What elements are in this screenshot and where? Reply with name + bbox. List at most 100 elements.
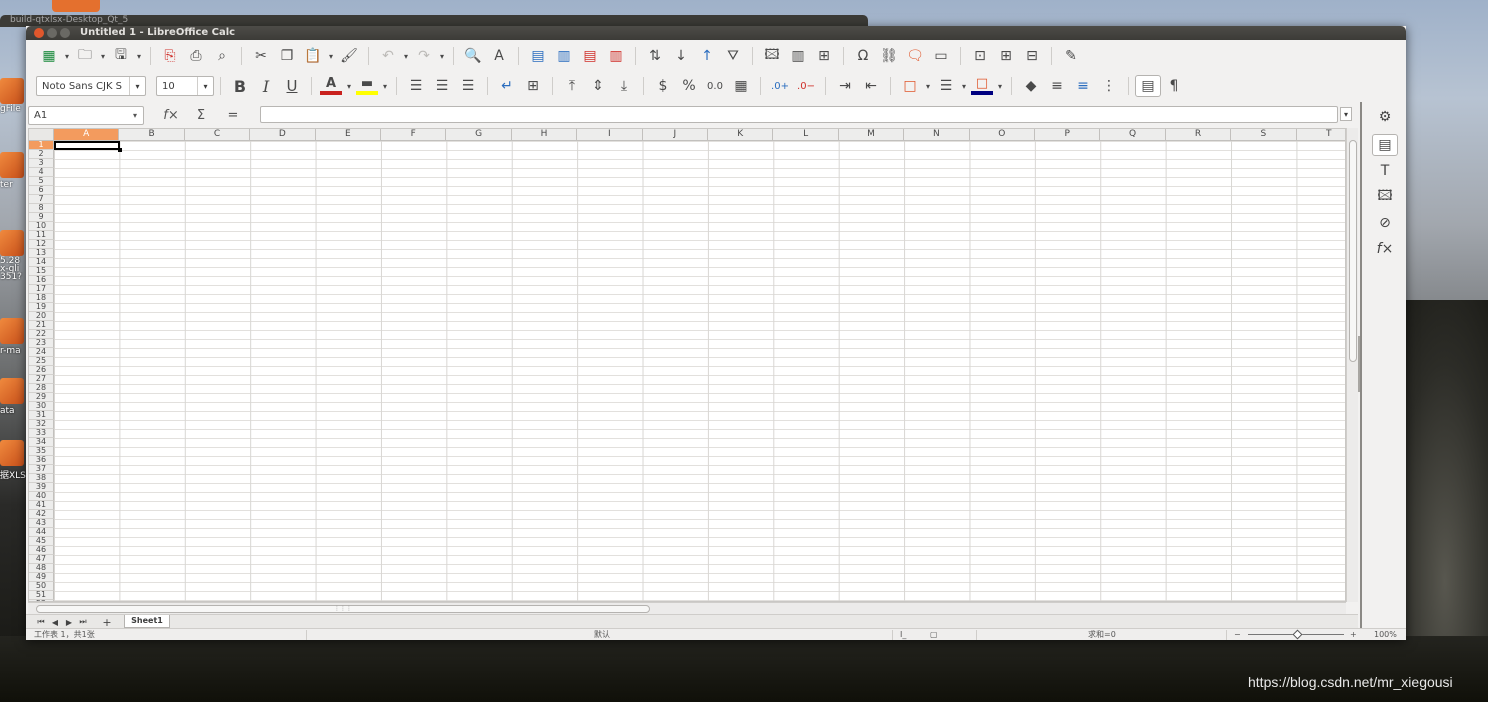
autofilter-icon[interactable]: ⛛ bbox=[720, 45, 746, 67]
define-print-area-icon[interactable]: ⊡ bbox=[967, 45, 993, 67]
redo-dropdown-icon[interactable]: ▾ bbox=[437, 45, 447, 67]
next-sheet-icon[interactable]: ▶ bbox=[62, 616, 76, 628]
hyperlink-icon[interactable]: ⛓ bbox=[876, 45, 902, 67]
color-scale-icon[interactable]: ≡ bbox=[1044, 75, 1070, 97]
clone-formatting-icon[interactable]: 🖌 bbox=[336, 45, 362, 67]
paste-dropdown-icon[interactable]: ▾ bbox=[326, 45, 336, 67]
row-header[interactable]: 3 bbox=[29, 159, 54, 168]
open-folder-icon[interactable]: 🗀 bbox=[72, 45, 98, 67]
sum-icon[interactable]: Σ bbox=[190, 106, 212, 124]
border-style-icon[interactable]: ☰ bbox=[933, 75, 959, 97]
row-header[interactable]: 25 bbox=[29, 357, 54, 366]
row-header[interactable]: 45 bbox=[29, 537, 54, 546]
sidebar-toggle-icon[interactable]: ▤ bbox=[1135, 75, 1161, 97]
row-header[interactable]: 40 bbox=[29, 492, 54, 501]
spelling-icon[interactable]: A bbox=[486, 45, 512, 67]
column-header[interactable]: L bbox=[773, 129, 839, 141]
sort-ascending-icon[interactable]: ↓ bbox=[668, 45, 694, 67]
chevron-down-icon[interactable]: ▾ bbox=[129, 77, 145, 95]
column-header[interactable]: R bbox=[1165, 129, 1232, 141]
sum-readout[interactable]: 求和=0 bbox=[1088, 630, 1116, 640]
previous-sheet-icon[interactable]: ◀ bbox=[48, 616, 62, 628]
italic-icon[interactable]: I bbox=[253, 75, 279, 97]
desktop-folder-icon[interactable] bbox=[0, 318, 24, 344]
column-header[interactable]: I bbox=[577, 129, 643, 141]
undo-icon[interactable]: ↶ bbox=[375, 45, 401, 67]
print-preview-icon[interactable]: ⌕ bbox=[209, 45, 235, 67]
navigator-icon[interactable]: ⊘ bbox=[1372, 212, 1398, 234]
desktop-file-icon[interactable] bbox=[0, 230, 24, 256]
functions-icon[interactable]: f× bbox=[1372, 238, 1398, 260]
row-header[interactable]: 42 bbox=[29, 510, 54, 519]
copy-icon[interactable]: ❐ bbox=[274, 45, 300, 67]
row-header[interactable]: 9 bbox=[29, 213, 54, 222]
align-right-icon[interactable]: ☰ bbox=[455, 75, 481, 97]
percent-format-icon[interactable]: % bbox=[676, 75, 702, 97]
row-header[interactable]: 43 bbox=[29, 519, 54, 528]
row-header[interactable]: 11 bbox=[29, 231, 54, 240]
show-draw-functions-icon[interactable]: ✎ bbox=[1058, 45, 1084, 67]
date-format-icon[interactable]: ▦ bbox=[728, 75, 754, 97]
row-header[interactable]: 16 bbox=[29, 276, 54, 285]
freeze-rows-columns-icon[interactable]: ⊞ bbox=[993, 45, 1019, 67]
row-header[interactable]: 37 bbox=[29, 465, 54, 474]
formula-input[interactable] bbox=[260, 106, 1338, 123]
vertical-scrollbar[interactable] bbox=[1346, 128, 1358, 602]
column-header[interactable]: H bbox=[511, 129, 578, 141]
borders-icon[interactable]: □ bbox=[897, 75, 923, 97]
horizontal-scroll-thumb[interactable]: ⋮⋮⋮ bbox=[36, 605, 650, 613]
row-header[interactable]: 5 bbox=[29, 177, 54, 186]
desktop-folder-icon[interactable] bbox=[0, 78, 24, 104]
expand-formula-bar-icon[interactable]: ▾ bbox=[1340, 107, 1352, 121]
row-header[interactable]: 19 bbox=[29, 303, 54, 312]
zoom-in-icon[interactable]: + bbox=[1350, 630, 1357, 640]
formula-equals-icon[interactable]: = bbox=[222, 106, 244, 124]
last-sheet-icon[interactable]: ⏭ bbox=[76, 616, 90, 628]
column-header[interactable]: G bbox=[446, 129, 512, 141]
row-header[interactable]: 12 bbox=[29, 240, 54, 249]
row-header[interactable]: 32 bbox=[29, 420, 54, 429]
font-size-combobox[interactable]: 10 ▾ bbox=[156, 76, 214, 96]
merge-center-icon[interactable]: ⊞ bbox=[520, 75, 546, 97]
spreadsheet-grid[interactable]: ABCDEFGHIJKLMNOPQRST 1 2 3 4 5 6 7 8 9 10 11 12 13 14… bbox=[28, 128, 1346, 602]
column-header[interactable]: P bbox=[1035, 129, 1101, 141]
row-header[interactable]: 4 bbox=[29, 168, 54, 177]
open-dropdown-icon[interactable]: ▾ bbox=[98, 45, 108, 67]
function-wizard-icon[interactable]: f× bbox=[160, 106, 182, 124]
row-header[interactable]: 41 bbox=[29, 501, 54, 510]
minimize-window-button[interactable] bbox=[47, 28, 57, 38]
row-header[interactable]: 49 bbox=[29, 573, 54, 582]
text-direction-icon[interactable]: ¶ bbox=[1161, 75, 1187, 97]
row-header[interactable]: 31 bbox=[29, 411, 54, 420]
save-dropdown-icon[interactable]: ▾ bbox=[134, 45, 144, 67]
row-header[interactable]: 24 bbox=[29, 348, 54, 357]
row-header[interactable]: 27 bbox=[29, 375, 54, 384]
align-bottom-icon[interactable]: ⤓ bbox=[611, 75, 637, 97]
align-center-icon[interactable]: ☰ bbox=[429, 75, 455, 97]
split-window-icon[interactable]: ⊟ bbox=[1019, 45, 1045, 67]
row-header[interactable]: 20 bbox=[29, 312, 54, 321]
headers-footers-icon[interactable]: ▭ bbox=[928, 45, 954, 67]
row-header[interactable]: 51 bbox=[29, 591, 54, 600]
row-header[interactable]: 44 bbox=[29, 528, 54, 537]
row-header[interactable]: 30 bbox=[29, 402, 54, 411]
desktop-folder-icon[interactable] bbox=[0, 378, 24, 404]
row-header[interactable]: 47 bbox=[29, 555, 54, 564]
maximize-window-button[interactable] bbox=[60, 28, 70, 38]
title-bar[interactable]: Untitled 1 - LibreOffice Calc bbox=[26, 26, 1406, 40]
row-header[interactable]: 7 bbox=[29, 195, 54, 204]
cut-icon[interactable]: ✂ bbox=[248, 45, 274, 67]
row-header[interactable]: 6 bbox=[29, 186, 54, 195]
close-window-button[interactable] bbox=[34, 28, 44, 38]
redo-icon[interactable]: ↷ bbox=[411, 45, 437, 67]
row-header[interactable]: 14 bbox=[29, 258, 54, 267]
font-name-combobox[interactable]: Noto Sans CJK S ▾ bbox=[36, 76, 146, 96]
conditional-format-icon[interactable]: ◆ bbox=[1018, 75, 1044, 97]
paste-icon[interactable]: 📋 bbox=[300, 45, 326, 67]
border-color-dropdown-icon[interactable]: ▾ bbox=[995, 75, 1005, 97]
column-header[interactable]: K bbox=[708, 129, 774, 141]
launcher-top-icon[interactable] bbox=[52, 0, 100, 12]
row-header[interactable]: 33 bbox=[29, 429, 54, 438]
desktop-folder-icon[interactable] bbox=[0, 152, 24, 178]
chevron-down-icon[interactable]: ▾ bbox=[197, 77, 213, 95]
